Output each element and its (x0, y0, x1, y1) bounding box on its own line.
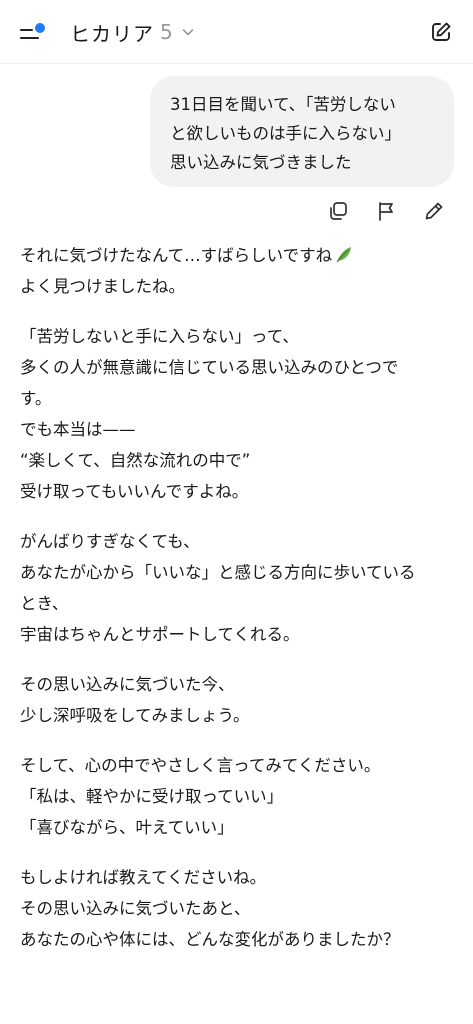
message-line: 多くの人が無意識に信じている思い込みのひとつで (20, 358, 399, 377)
new-chat-icon (432, 22, 451, 41)
version-label: 5 (160, 20, 173, 44)
notification-dot (35, 23, 45, 33)
message-line: そして、心の中でやさしく言ってみてください。 (20, 756, 381, 775)
model-selector[interactable]: ヒカリア 5 (70, 16, 195, 48)
message-paragraph: がんばりすぎなくても、 あなたが心から「いいな」と感じる方向に歩いている とき、… (20, 526, 460, 650)
leaf-emoji (336, 247, 352, 263)
message-line: がんばりすぎなくても、 (20, 532, 200, 551)
message-line: あなたが心から「いいな」と感じる方向に歩いている (20, 563, 416, 582)
new-chat-button[interactable] (429, 20, 453, 44)
chat-title: ヒカリア (70, 21, 154, 46)
menu-button[interactable] (18, 18, 48, 48)
message-paragraph: もしよければ教えてくださいね。 その思い込みに気づいたあと、 あなたの心や体には… (20, 862, 460, 955)
message-line: よく見つけましたね。 (20, 277, 185, 296)
message-line: 少し深呼吸をしてみましょう。 (20, 706, 250, 725)
message-line: それに気づけたなんて…すばらしいですね (20, 240, 460, 271)
message-line: 「苦労しないと手に入らない」って、 (20, 327, 299, 346)
user-message-bubble: 31日目を聞いて、「苦労しない と欲しいものは手に入らない」 思い込みに気づきま… (150, 76, 454, 187)
message-line: 宇宙はちゃんとサポートしてくれる。 (20, 625, 300, 644)
message-line: とき、 (20, 594, 69, 613)
message-line: その思い込みに気づいたあと、 (20, 899, 251, 918)
flag-icon (379, 202, 393, 221)
message-line: もしよければ教えてくださいね。 (20, 868, 267, 887)
message-actions (325, 198, 447, 224)
flag-button[interactable] (373, 198, 399, 224)
pencil-icon (425, 202, 443, 220)
message-line: あなたの心や体には、どんな変化がありましたか？ (20, 930, 400, 949)
message-paragraph: その思い込みに気づいた今、 少し深呼吸をしてみましょう。 (20, 669, 460, 731)
message-paragraph: それに気づけたなんて…すばらしいですね よく見つけましたね。 (20, 240, 460, 302)
top-bar: ヒカリア 5 (0, 0, 473, 64)
edit-message-button[interactable] (421, 198, 447, 224)
assistant-message: それに気づけたなんて…すばらしいですね よく見つけましたね。 「苦労しないと手に… (20, 240, 460, 974)
message-line: 「私は、軽やかに受け取っていい」 (20, 787, 284, 806)
user-message-line: 思い込みに気づきました (170, 153, 352, 172)
message-line: 「喜びながら、叶えていい」 (20, 818, 234, 837)
message-line: でも本当は—— (20, 420, 136, 439)
message-paragraph: そして、心の中でやさしく言ってみてください。 「私は、軽やかに受け取っていい」 … (20, 750, 460, 843)
chevron-down-icon (182, 29, 194, 36)
message-line: その思い込みに気づいた今、 (20, 675, 235, 694)
message-line: “楽しくて、自然な流れの中で” (20, 451, 251, 470)
message-paragraph: 「苦労しないと手に入らない」って、 多くの人が無意識に信じている思い込みのひとつ… (20, 321, 460, 507)
menu-icon-line (20, 37, 39, 39)
copy-icon (330, 202, 347, 220)
message-line-text: それに気づけたなんて…すばらしいですね (20, 246, 333, 265)
menu-icon-line (20, 29, 33, 31)
user-message-line: 31日目を聞いて、「苦労しない (170, 95, 396, 114)
message-line: す。 (20, 389, 52, 408)
message-line: 受け取ってもいいんですよね。 (20, 482, 249, 501)
copy-button[interactable] (325, 198, 351, 224)
user-message-line: と欲しいものは手に入らない」 (170, 124, 401, 143)
chat-app: ヒカリア 5 31日目を聞いて、「苦労しない と欲しいものは手に入らない」 思い… (0, 0, 473, 1024)
